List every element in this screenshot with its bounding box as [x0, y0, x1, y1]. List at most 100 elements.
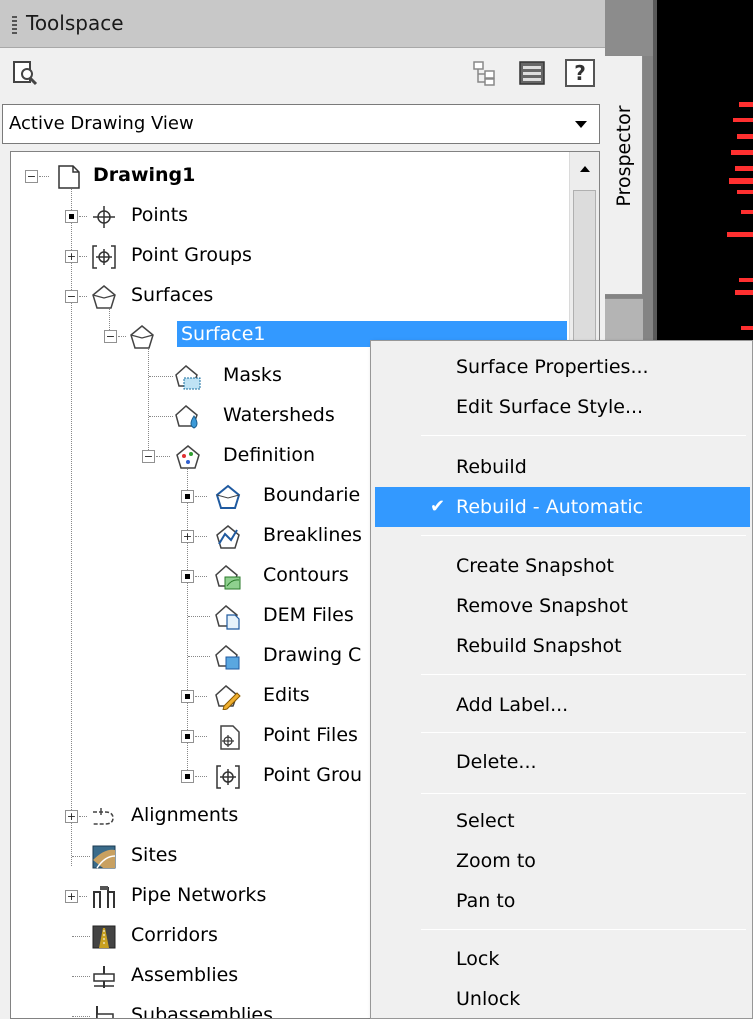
toolbar: ?: [0, 49, 605, 99]
grip-handle[interactable]: [12, 16, 17, 36]
point-file-icon: [220, 725, 240, 750]
scroll-thumb[interactable]: [573, 190, 596, 350]
list-view-icon[interactable]: [517, 59, 547, 87]
tree-label: Edits: [263, 684, 310, 706]
palette-title: Toolspace: [26, 11, 124, 35]
tree-node-surfaces[interactable]: − Surfaces: [11, 276, 571, 316]
contour-icon: [215, 565, 241, 590]
tab-prospector-label: Prospector: [613, 105, 635, 207]
bullet-icon: [181, 770, 194, 783]
tree-label: Sites: [131, 844, 178, 866]
menu-separator: [421, 535, 746, 536]
bullet-icon: [181, 570, 194, 583]
menu-item-lock[interactable]: Lock: [375, 939, 750, 979]
tree-label: Contours: [263, 564, 349, 586]
palette-titlebar[interactable]: Toolspace: [0, 0, 605, 48]
subassembly-icon: [96, 1006, 114, 1018]
tree-node-drawing1[interactable]: − Drawing1: [11, 156, 571, 196]
menu-item-select[interactable]: Select: [375, 801, 750, 841]
pipe-network-icon: [93, 886, 115, 908]
tree-label: Subassemblies: [131, 1004, 274, 1019]
menu-separator: [421, 435, 746, 436]
expand-icon[interactable]: +: [65, 810, 78, 823]
menu-item-delete[interactable]: Delete...: [375, 742, 750, 782]
tree-label: Boundarie: [263, 484, 361, 506]
menu-item-surface-properties[interactable]: Surface Properties...: [375, 347, 750, 387]
drawing-icon: [58, 165, 80, 189]
tree-label: Pipe Networks: [131, 884, 267, 906]
menu-separator: [421, 793, 746, 794]
menu-item-pan-to[interactable]: Pan to: [375, 881, 750, 921]
menu-separator: [421, 674, 746, 675]
tree-label: Point Files: [263, 724, 358, 746]
tree-label: Points: [131, 204, 189, 226]
collapse-icon[interactable]: −: [104, 330, 117, 343]
bullet-icon: [181, 490, 194, 503]
expand-icon[interactable]: +: [181, 530, 194, 543]
boundary-icon: [215, 484, 241, 509]
menu-item-add-label[interactable]: Add Label...: [375, 685, 750, 725]
bullet-icon: [181, 730, 194, 743]
tree-label: Alignments: [131, 804, 239, 826]
corridor-icon: [92, 925, 116, 949]
expand-icon[interactable]: +: [65, 250, 78, 263]
menu-separator: [421, 732, 746, 733]
collapse-icon[interactable]: −: [65, 290, 78, 303]
view-select-value: Active Drawing View: [9, 113, 194, 134]
tree-label: Masks: [223, 364, 282, 386]
tree-label: Watersheds: [223, 404, 335, 426]
definition-icon: [176, 445, 200, 469]
menu-separator: [421, 929, 746, 930]
assembly-icon: [93, 966, 115, 988]
tree-label: Breaklines: [263, 524, 362, 546]
tree-label: Point Grou: [263, 764, 362, 786]
site-icon: [92, 845, 116, 869]
point-group-icon: [216, 765, 240, 789]
tree-label: Assemblies: [131, 964, 239, 986]
tree-label: Definition: [223, 444, 316, 466]
surface-icon: [130, 325, 154, 349]
menu-item-edit-surface-style[interactable]: Edit Surface Style...: [375, 387, 750, 427]
breakline-icon: [216, 525, 240, 549]
tree-label: Drawing C: [263, 644, 362, 666]
tree-node-points[interactable]: Points: [11, 196, 571, 236]
context-menu: Surface Properties... Edit Surface Style…: [370, 340, 753, 1019]
collapse-icon[interactable]: −: [142, 450, 155, 463]
tab-strip-top: [605, 0, 653, 56]
watershed-icon: [175, 405, 198, 429]
bullet-icon: [181, 690, 194, 703]
point-group-icon: [92, 245, 116, 269]
menu-item-remove-snapshot[interactable]: Remove Snapshot: [375, 586, 750, 626]
tab-prospector[interactable]: Prospector: [605, 55, 643, 295]
tree-node-point-groups[interactable]: + Point Groups: [11, 236, 571, 276]
drawing-object-icon: [215, 645, 240, 670]
menu-item-rebuild-snapshot[interactable]: Rebuild Snapshot: [375, 626, 750, 666]
tree-label: Corridors: [131, 924, 218, 946]
edit-pencil-icon: [215, 685, 241, 710]
point-icon: [93, 206, 115, 228]
help-button[interactable]: ?: [565, 59, 595, 87]
menu-item-zoom-to[interactable]: Zoom to: [375, 841, 750, 881]
help-label: ?: [574, 61, 586, 85]
tree-label: Surfaces: [131, 284, 214, 306]
scroll-up-icon[interactable]: [580, 166, 590, 172]
menu-item-rebuild[interactable]: Rebuild: [375, 447, 750, 487]
dem-file-icon: [215, 605, 240, 630]
checkmark-icon: ✔: [430, 496, 446, 517]
expand-icon[interactable]: +: [65, 890, 78, 903]
tree-label: DEM Files: [263, 604, 354, 626]
hierarchy-icon[interactable]: [470, 59, 500, 87]
bullet-icon: [65, 210, 78, 223]
menu-item-unlock[interactable]: Unlock: [375, 979, 750, 1019]
mask-icon: [175, 365, 201, 390]
collapse-icon[interactable]: −: [25, 170, 38, 183]
find-icon[interactable]: [10, 59, 40, 87]
tree-label: Point Groups: [131, 244, 252, 266]
menu-item-create-snapshot[interactable]: Create Snapshot: [375, 546, 750, 586]
surface-icon: [92, 285, 116, 309]
chevron-down-icon[interactable]: [575, 121, 587, 128]
menu-item-rebuild-automatic[interactable]: ✔ Rebuild - Automatic: [375, 487, 750, 527]
view-select[interactable]: Active Drawing View: [2, 104, 600, 144]
alignment-icon: [93, 808, 114, 825]
tree-label: Drawing1: [93, 164, 196, 186]
